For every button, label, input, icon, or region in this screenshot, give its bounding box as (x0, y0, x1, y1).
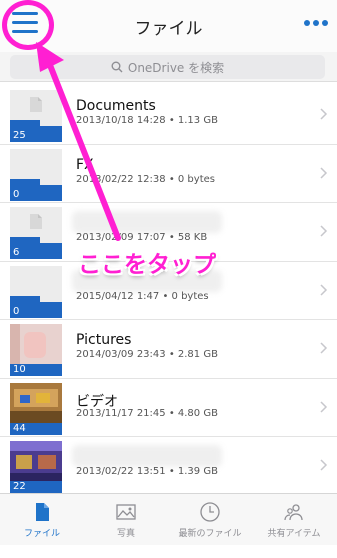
item-count: 22 (13, 481, 26, 492)
item-count: 44 (13, 422, 26, 434)
photo-icon (116, 504, 136, 520)
file-name: Pictures (76, 332, 132, 348)
people-icon (284, 504, 303, 521)
file-list: 25 Documents 2013/10/18 14:28 • 1.13 GB … (0, 86, 337, 496)
file-meta: 2013/10/18 14:28 • 1.13 GB (76, 115, 218, 126)
file-name: Documents (76, 98, 156, 114)
file-meta: 2014/03/09 23:43 • 2.81 GB (76, 349, 218, 360)
list-item[interactable]: 10 Pictures 2014/03/09 23:43 • 2.81 GB (0, 320, 337, 379)
annotation-circle (2, 0, 54, 50)
tab-label: 共有アイテム (267, 529, 321, 539)
tab-recent[interactable]: 最新のファイル (168, 494, 252, 546)
item-count: 25 (13, 130, 26, 141)
file-meta: 2015/04/12 1:47 • 0 bytes (76, 290, 209, 302)
tab-label: 写真 (116, 529, 135, 539)
list-item[interactable]: 25 Documents 2013/10/18 14:28 • 1.13 GB (0, 86, 337, 145)
search-input[interactable]: OneDrive を検索 (10, 55, 325, 79)
folder-thumbnail: 0 (10, 265, 62, 318)
thumbnail-image (10, 324, 62, 364)
tab-label: 最新のファイル (178, 529, 242, 539)
search-bar: OneDrive を検索 (0, 52, 337, 82)
folder-thumbnail: 25 (10, 90, 62, 142)
search-placeholder: OneDrive を検索 (127, 60, 225, 75)
redacted-name (72, 445, 222, 467)
annotation-text: ここをタップ (78, 252, 216, 278)
chevron-right-icon (320, 283, 328, 296)
item-count: 6 (13, 247, 20, 258)
item-count: 0 (13, 305, 20, 317)
tab-shared[interactable]: 共有アイテム (252, 494, 336, 546)
thumbnail-image (10, 441, 62, 481)
file-meta: 2013/02/09 17:07 • 58 KB (76, 232, 208, 243)
photo-thumbnail: 22 (10, 441, 62, 493)
file-icon (36, 503, 49, 521)
file-meta: 2013/02/22 13:51 • 1.39 GB (76, 466, 218, 477)
chevron-right-icon (320, 342, 328, 354)
chevron-right-icon (320, 225, 328, 237)
chevron-right-icon (320, 108, 328, 120)
item-count: 10 (13, 364, 26, 375)
tab-files[interactable]: ファイル (0, 494, 84, 546)
tab-photos[interactable]: 写真 (84, 494, 168, 546)
chevron-right-icon (320, 459, 328, 471)
chevron-right-icon (320, 166, 328, 179)
redacted-name (72, 211, 222, 233)
document-icon (30, 97, 42, 112)
video-thumbnail: 44 (10, 382, 62, 435)
item-count: 0 (13, 188, 20, 200)
ellipsis-icon[interactable] (304, 20, 328, 28)
clock-icon (200, 502, 220, 522)
tab-bar: ファイル 写真 最新のファイル 共有アイテム (0, 493, 337, 545)
list-item[interactable]: 0 FX 2013/02/22 12:38 • 0 bytes (0, 145, 337, 203)
file-meta: 2013/02/22 12:38 • 0 bytes (76, 173, 215, 185)
folder-thumbnail: 6 (10, 207, 62, 259)
tab-label: ファイル (23, 529, 60, 539)
file-meta: 2013/11/17 21:45 • 4.80 GB (76, 407, 218, 419)
search-icon (111, 61, 123, 73)
document-icon (30, 214, 42, 229)
file-name: FX (76, 156, 94, 173)
folder-thumbnail: 0 (10, 148, 62, 201)
list-item[interactable]: 44 ビデオ 2013/11/17 21:45 • 4.80 GB (0, 379, 337, 437)
list-item[interactable]: 22 2013/02/22 13:51 • 1.39 GB (0, 437, 337, 496)
chevron-right-icon (320, 400, 328, 413)
photo-thumbnail: 10 (10, 324, 62, 376)
thumbnail-image (10, 382, 62, 423)
